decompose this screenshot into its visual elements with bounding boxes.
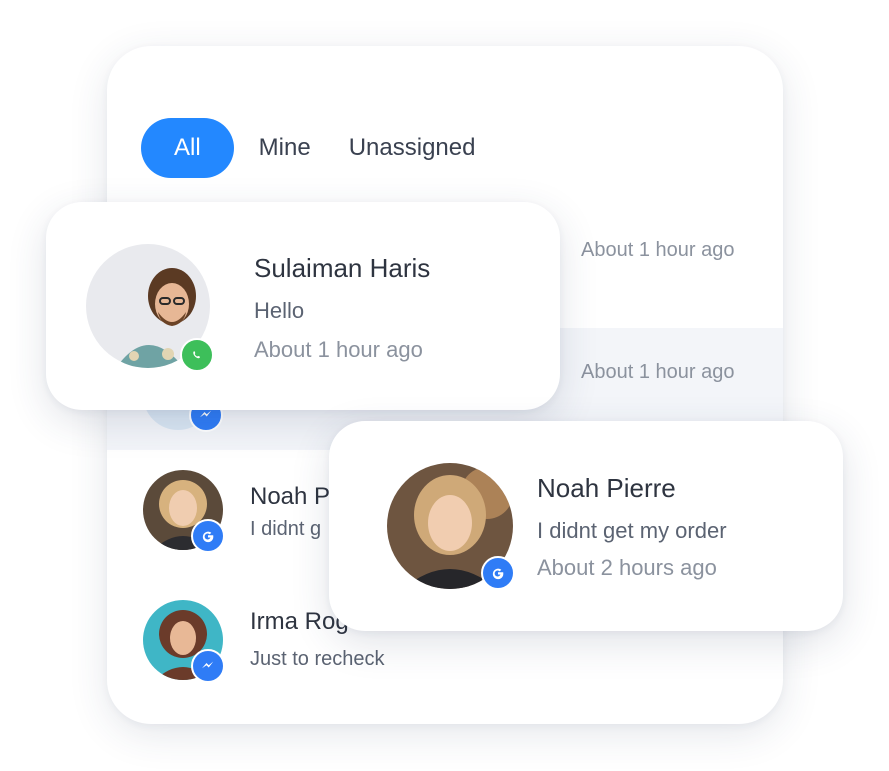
- google-icon: [481, 556, 515, 590]
- message-time: About 1 hour ago: [254, 337, 423, 362]
- tab-unassigned[interactable]: Unassigned: [330, 118, 495, 178]
- conversation-card[interactable]: Noah Pierre I didnt get my order About 2…: [329, 421, 843, 631]
- message-time: About 2 hours ago: [537, 555, 717, 580]
- tab-mine[interactable]: Mine: [240, 118, 330, 178]
- contact-name: Noah Pierre: [537, 473, 676, 503]
- tab-all[interactable]: All: [141, 118, 234, 178]
- google-icon: [191, 519, 225, 553]
- whatsapp-icon: [180, 338, 214, 372]
- conversation-time: About 1 hour ago: [581, 239, 735, 261]
- message-preview: I didnt get my order: [537, 518, 727, 543]
- conversation-card[interactable]: Sulaiman Haris Hello About 1 hour ago: [46, 202, 560, 410]
- conversation-preview: Just to recheck: [250, 648, 385, 670]
- conversation-name[interactable]: Noah P: [250, 483, 330, 511]
- contact-name: Sulaiman Haris: [254, 253, 431, 283]
- message-preview: Hello: [254, 298, 305, 323]
- messenger-icon: [191, 649, 225, 683]
- filter-tabs: All Mine Unassigned: [141, 118, 494, 178]
- conversation-time: About 1 hour ago: [581, 361, 735, 383]
- conversation-preview: I didnt g: [250, 518, 322, 540]
